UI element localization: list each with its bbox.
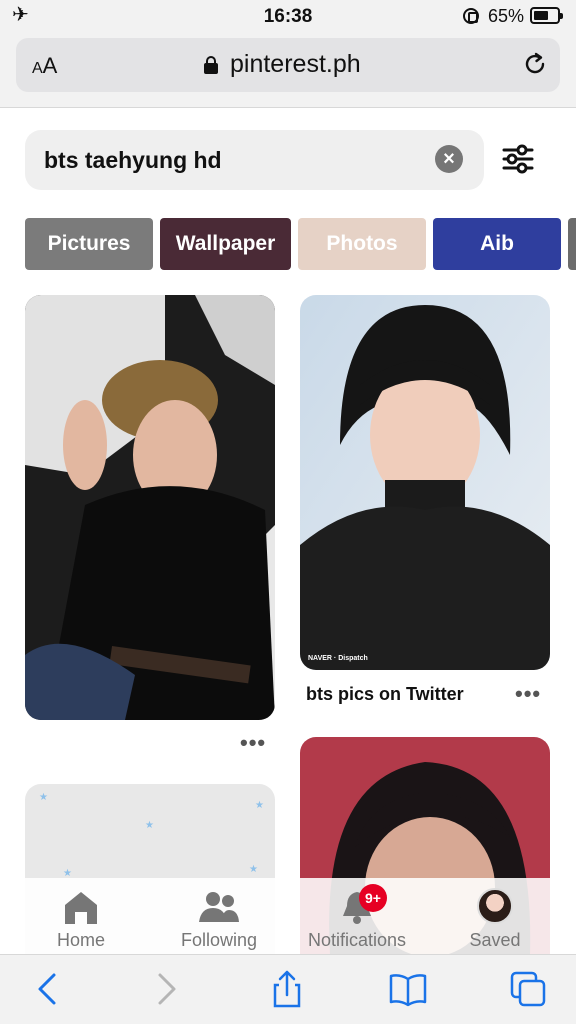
pin-watermark: NAVER · Dispatch [308,655,368,662]
battery-percent: 65% [488,6,525,26]
back-icon[interactable] [28,969,68,1009]
pin-image[interactable]: NAVER · Dispatch [300,295,550,670]
nav-label: Notifications [307,930,407,950]
url-field[interactable]: AA pinterest.ph [16,38,560,92]
status-bar: ✈ 16:38 65% [0,0,576,30]
chip-partial[interactable] [568,218,576,270]
pin-more-button[interactable]: ••• [240,730,266,756]
pin-more-button[interactable]: ••• [515,681,541,707]
nav-label: Saved [469,930,521,950]
filter-icon[interactable] [500,142,536,176]
chip-photos[interactable]: Photos [298,218,426,270]
nav-following[interactable]: Following [149,878,289,954]
nav-label: Home [56,930,105,950]
search-query: bts taehyung hd [44,147,222,173]
avatar-icon [477,888,513,924]
padlock-icon [204,56,218,74]
pinterest-bottom-nav: Home Following 9+ Notifications Saved [0,878,576,954]
pin-caption[interactable]: bts pics on Twitter [306,684,464,705]
svg-text:★: ★ [249,864,258,875]
battery-icon [530,7,563,24]
notification-badge: 9+ [359,884,387,912]
chip-aib[interactable]: Aib [433,218,561,270]
search-input[interactable]: bts taehyung hd × [25,130,484,190]
text-size-button[interactable]: AA [32,53,57,79]
reload-icon[interactable] [522,51,548,77]
clear-icon[interactable]: × [435,145,463,173]
nav-notifications[interactable]: 9+ Notifications [287,878,427,954]
svg-text:★: ★ [255,800,264,811]
safari-toolbar [0,954,576,1024]
url-text: pinterest.ph [230,50,361,78]
guided-search-chips: Pictures Wallpaper Photos Aib [25,218,576,270]
share-icon[interactable] [267,969,307,1009]
svg-text:★: ★ [145,820,154,831]
home-icon [65,892,97,924]
following-icon [199,892,239,922]
forward-icon[interactable] [146,969,186,1009]
chip-pictures[interactable]: Pictures [25,218,153,270]
pin-photo [25,295,275,720]
nav-home[interactable]: Home [11,878,151,954]
pin-image[interactable] [25,295,275,720]
pin-photo [300,295,550,670]
svg-text:★: ★ [39,792,48,803]
browser-address-bar: AA pinterest.ph [0,30,576,108]
tabs-icon[interactable] [508,969,548,1009]
nav-saved[interactable]: Saved [425,878,565,954]
bookmarks-icon[interactable] [388,969,428,1009]
orientation-lock-icon [463,8,479,24]
nav-label: Following [180,930,258,950]
chip-wallpaper[interactable]: Wallpaper [160,218,291,270]
